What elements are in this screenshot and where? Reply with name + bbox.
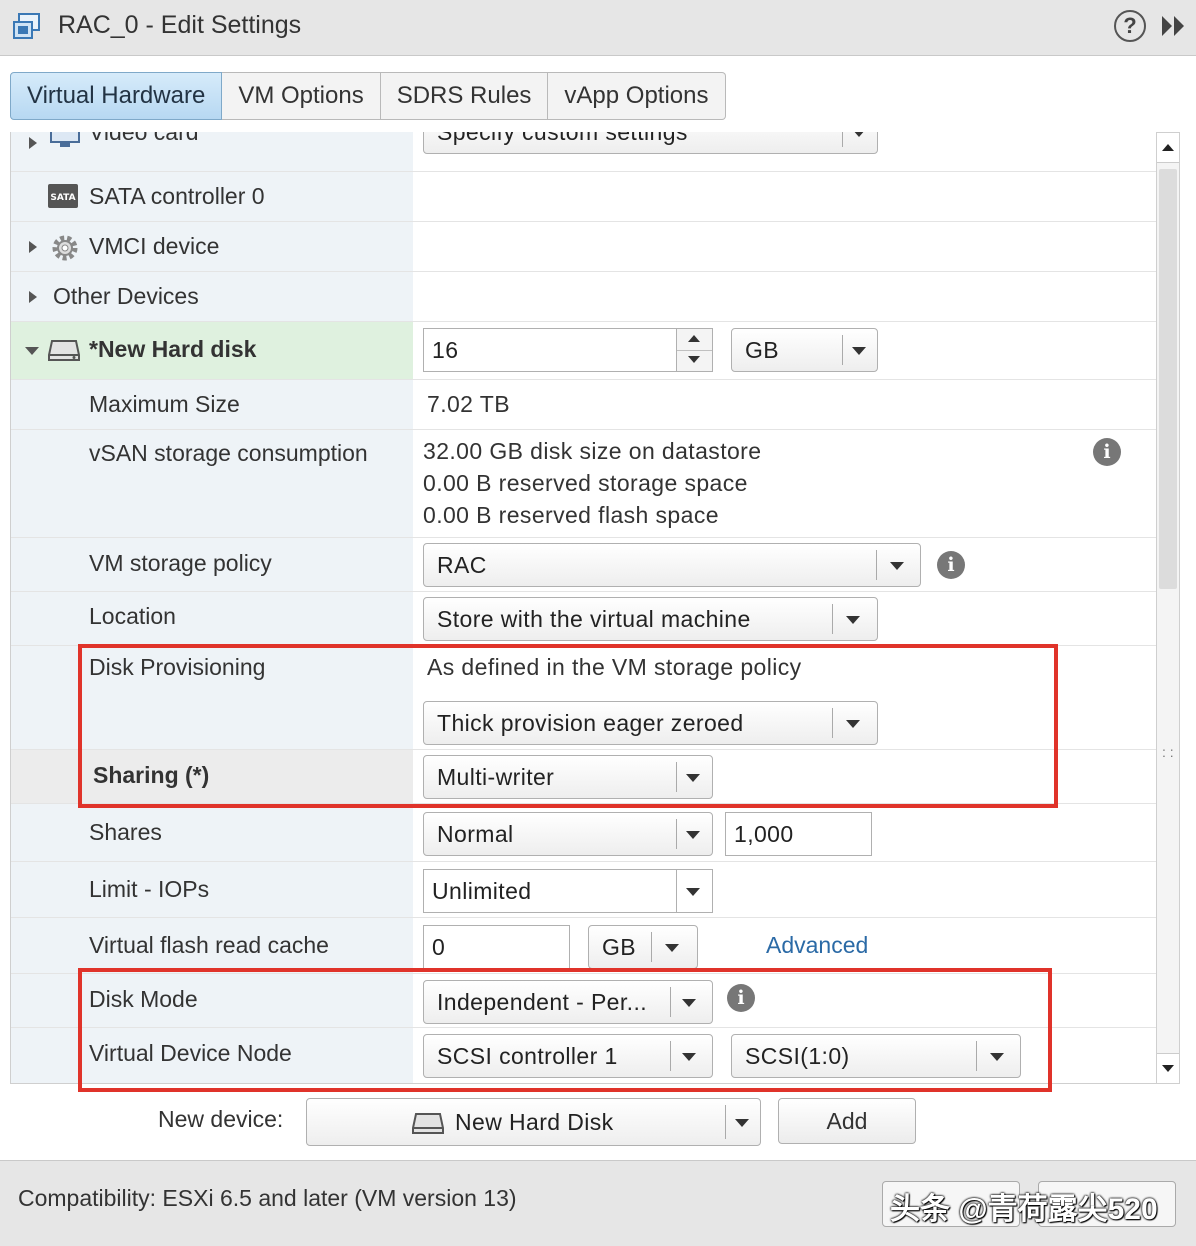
highlight-box-disk-mode	[78, 968, 1052, 1092]
vsan-disk-size: 32.00 GB disk size on datastore	[423, 438, 762, 464]
video-card-label: Video card	[89, 132, 199, 145]
vmci-label: VMCI device	[89, 233, 220, 259]
row-flash-read-cache: Virtual flash read cache 0 GB Advanced	[11, 918, 1156, 974]
row-vmci: VMCI device	[11, 222, 1156, 272]
chevron-down-icon	[735, 1119, 749, 1127]
shares-label: Shares	[89, 819, 162, 845]
hard-disk-icon	[48, 340, 80, 361]
tab-sdrs-rules[interactable]: SDRS Rules	[380, 72, 549, 120]
title-bar: RAC_0 - Edit Settings ?	[0, 0, 1196, 56]
hard-disk-icon	[412, 1113, 444, 1134]
row-sata-controller: SATA SATA controller 0	[11, 172, 1156, 222]
row-video-card: Video card Specify custom settings	[11, 132, 1156, 172]
expand-caret-icon[interactable]	[29, 241, 37, 253]
size-stepper[interactable]	[676, 329, 712, 371]
new-device-select[interactable]: New Hard Disk	[306, 1098, 761, 1146]
row-limit-iops: Limit - IOPs Unlimited	[11, 862, 1156, 918]
row-vsan-consumption: vSAN storage consumption 32.00 GB disk s…	[11, 430, 1156, 538]
chevron-down-icon	[665, 944, 679, 952]
row-other-devices: Other Devices	[11, 272, 1156, 322]
scroll-down-icon[interactable]	[1157, 1053, 1179, 1083]
row-shares: Shares Normal 1,000	[11, 804, 1156, 862]
hardware-grid: Video card Specify custom settings SATA …	[10, 132, 1156, 1084]
scroll-thumb[interactable]	[1159, 169, 1177, 589]
chevron-down-icon	[852, 132, 866, 137]
vsan-reserved-storage: 0.00 B reserved storage space	[423, 470, 748, 496]
tab-bar: Virtual Hardware VM Options SDRS Rules v…	[10, 72, 726, 120]
disk-unit-select[interactable]: GB	[731, 328, 878, 372]
expand-icon[interactable]	[1160, 14, 1188, 38]
max-size-value: 7.02 TB	[427, 391, 510, 417]
window-title: RAC_0 - Edit Settings	[58, 11, 302, 39]
hard-disk-label: *New Hard disk	[89, 336, 257, 362]
storage-policy-select[interactable]: RAC	[423, 543, 921, 587]
chevron-down-icon[interactable]	[686, 888, 700, 896]
tab-vapp-options[interactable]: vApp Options	[548, 72, 726, 120]
expand-caret-icon[interactable]	[29, 291, 37, 303]
tab-vm-options[interactable]: VM Options	[222, 72, 381, 120]
flash-cache-unit-select[interactable]: GB	[588, 925, 698, 969]
row-storage-policy: VM storage policy RAC i	[11, 538, 1156, 592]
info-icon[interactable]: i	[937, 551, 965, 579]
video-card-select[interactable]: Specify custom settings	[423, 132, 878, 154]
flash-cache-label: Virtual flash read cache	[89, 932, 329, 958]
chevron-down-icon	[852, 347, 866, 355]
watermark: 头条 @青荷露尖520	[890, 1193, 1158, 1226]
shares-level-select[interactable]: Normal	[423, 812, 713, 856]
location-select[interactable]: Store with the virtual machine	[423, 597, 878, 641]
shares-value-input[interactable]: 1,000	[725, 812, 872, 856]
sata-icon: SATA	[48, 184, 78, 208]
sata-label: SATA controller 0	[89, 183, 265, 209]
vsan-reserved-flash: 0.00 B reserved flash space	[423, 502, 719, 528]
vertical-scrollbar[interactable]	[1156, 132, 1180, 1084]
vm-icon	[13, 13, 40, 39]
highlight-box-provisioning	[78, 644, 1058, 808]
chevron-down-icon	[890, 562, 904, 570]
tab-virtual-hardware[interactable]: Virtual Hardware	[10, 72, 223, 120]
video-card-icon	[50, 132, 80, 147]
vsan-label: vSAN storage consumption	[89, 440, 368, 466]
svg-text:SATA: SATA	[50, 193, 75, 203]
stepper-up-icon[interactable]	[688, 335, 700, 342]
advanced-link[interactable]: Advanced	[766, 932, 868, 959]
gear-icon	[52, 235, 78, 261]
chevron-down-icon	[846, 616, 860, 624]
location-label: Location	[89, 603, 176, 629]
scroll-up-icon[interactable]	[1157, 133, 1179, 163]
expand-caret-icon[interactable]	[29, 137, 37, 149]
storage-policy-label: VM storage policy	[89, 550, 272, 576]
help-icon[interactable]: ?	[1114, 10, 1146, 42]
add-device-button[interactable]: Add	[778, 1098, 916, 1144]
resize-grip-icon[interactable]: : :	[1162, 745, 1174, 759]
row-location: Location Store with the virtual machine	[11, 592, 1156, 646]
limit-iops-combo[interactable]: Unlimited	[423, 869, 713, 913]
limit-iops-label: Limit - IOPs	[89, 876, 210, 902]
max-size-label: Maximum Size	[89, 391, 240, 417]
flash-cache-input[interactable]: 0	[423, 925, 570, 969]
other-devices-label: Other Devices	[53, 283, 199, 309]
compatibility-text: Compatibility: ESXi 6.5 and later (VM ve…	[18, 1185, 517, 1211]
row-new-hard-disk: *New Hard disk 16 GB	[11, 322, 1156, 380]
stepper-down-icon[interactable]	[688, 356, 700, 363]
info-icon[interactable]: i	[1093, 438, 1121, 466]
disk-size-input[interactable]: 16	[423, 328, 713, 372]
chevron-down-icon	[686, 831, 700, 839]
row-maximum-size: Maximum Size 7.02 TB	[11, 380, 1156, 430]
new-device-label: New device:	[158, 1106, 284, 1132]
collapse-caret-icon[interactable]	[25, 347, 39, 355]
